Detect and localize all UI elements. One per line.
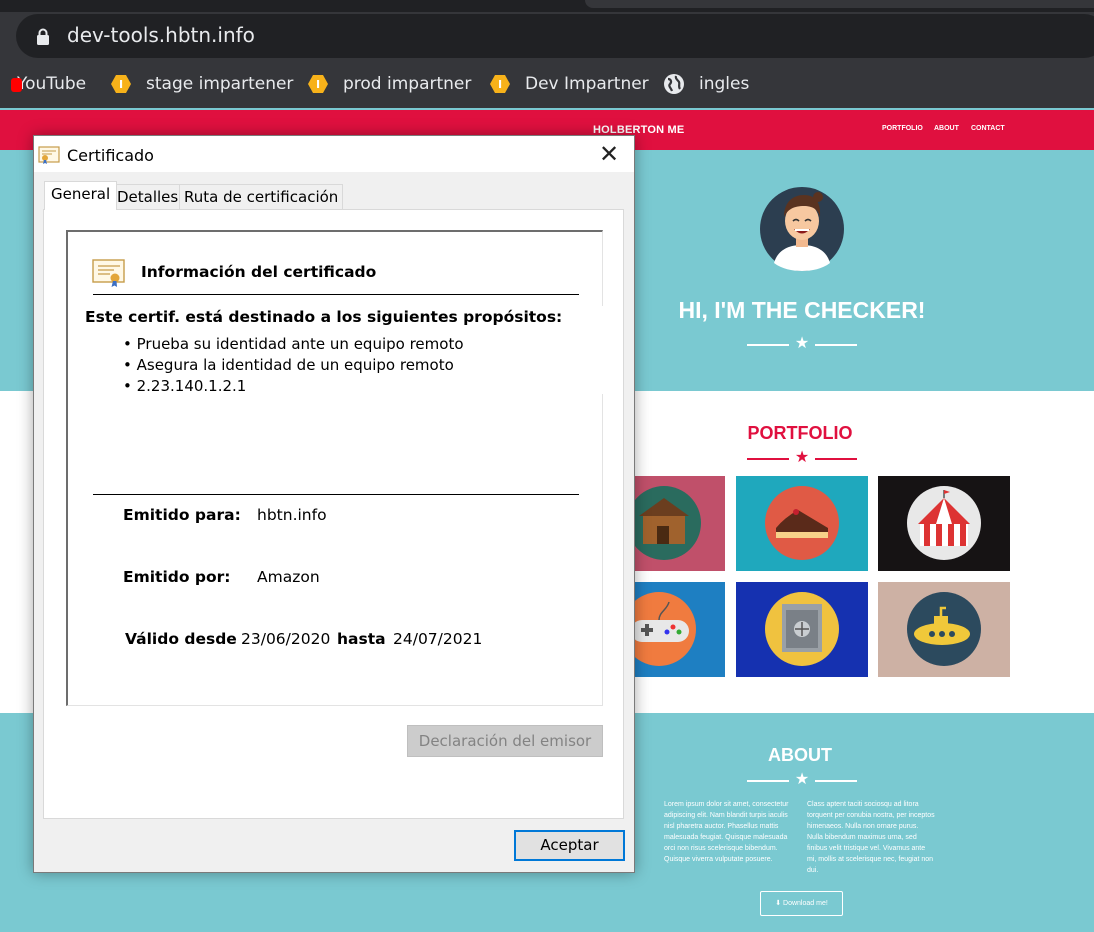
nav-link-about[interactable]: ABOUT — [934, 125, 959, 132]
globe-icon — [664, 74, 684, 94]
valid-from-value: 23/06/2020 — [241, 630, 331, 648]
safe-icon — [765, 592, 839, 666]
heading-rule — [93, 294, 579, 295]
certificate-icon — [38, 146, 60, 164]
hexagon-icon: I — [308, 75, 328, 93]
purposes-title: Este certif. está destinado a los siguie… — [85, 308, 563, 326]
certificate-dialog: Certificado ✕ General Detalles Ruta de c… — [33, 135, 635, 873]
bookmark-dev-impartner[interactable]: I Dev Impartner — [489, 71, 649, 97]
bookmark-label: YouTube — [17, 74, 87, 94]
tab-general[interactable]: General — [44, 181, 118, 210]
close-button[interactable]: ✕ — [589, 138, 629, 170]
star-icon: ★ — [794, 335, 810, 352]
valid-from-label: Válido desde — [125, 630, 237, 648]
url-text[interactable]: dev-tools.hbtn.info — [67, 23, 255, 47]
submarine-icon — [907, 592, 981, 666]
download-button[interactable]: ⬇ Download me! — [760, 891, 843, 916]
hero-divider: ★ — [747, 335, 857, 352]
tab-ruta-de-certificacion[interactable]: Ruta de certificación — [179, 184, 344, 210]
portfolio-tile-submarine[interactable] — [878, 582, 1010, 677]
general-tab-panel: Información del certificado Este certif.… — [43, 209, 624, 819]
bookmarks-bar: YouTube I stage impartener I prod impart… — [0, 62, 1094, 108]
browser-tab-strip — [0, 0, 1094, 12]
dialog-titlebar[interactable]: Certificado ✕ — [34, 136, 634, 172]
address-bar-row: dev-tools.hbtn.info — [0, 12, 1094, 62]
about-text-right: Class aptent taciti sociosqu ad litora t… — [807, 801, 935, 874]
purpose-item: • Asegura la identidad de un equipo remo… — [123, 356, 454, 374]
divider-line — [747, 344, 789, 346]
bookmark-label: ingles — [699, 74, 750, 94]
divider-line — [747, 458, 789, 460]
divider-line — [815, 458, 857, 460]
bookmark-youtube[interactable]: YouTube — [11, 71, 87, 97]
download-icon: ⬇ — [775, 900, 784, 907]
divider-line — [747, 780, 789, 782]
portfolio-title: PORTFOLIO — [747, 423, 853, 443]
valid-to-value: 24/07/2021 — [393, 630, 483, 648]
hexagon-icon: I — [111, 75, 131, 93]
address-bar[interactable]: dev-tools.hbtn.info — [16, 14, 1094, 58]
download-label: Download me! — [783, 900, 828, 907]
dialog-title: Certificado — [67, 146, 154, 165]
valid-to-label: hasta — [337, 630, 386, 648]
close-icon: ✕ — [598, 140, 620, 168]
divider-line — [815, 344, 857, 346]
lock-icon[interactable] — [36, 28, 50, 45]
svg-text:I: I — [316, 78, 320, 91]
bookmark-label: prod impartner — [343, 74, 472, 94]
svg-text:I: I — [498, 78, 502, 91]
youtube-icon — [11, 78, 22, 92]
portfolio-tile-safe[interactable] — [736, 582, 868, 677]
details-rule — [93, 494, 579, 495]
ok-button[interactable]: Aceptar — [514, 830, 625, 861]
bookmark-label: Dev Impartner — [525, 74, 649, 94]
hero-title: HI, I'M THE CHECKER! — [678, 297, 926, 323]
about-text-left: Lorem ipsum dolor sit amet, consectetur … — [664, 801, 789, 863]
hexagon-icon: I — [490, 75, 510, 93]
issued-by-value: Amazon — [257, 568, 320, 586]
avatar — [760, 187, 844, 271]
certificate-icon — [92, 259, 125, 287]
browser-tab[interactable] — [585, 0, 1094, 8]
issued-by-label: Emitido por: — [123, 568, 231, 586]
bookmark-ingles[interactable]: ingles — [663, 71, 749, 97]
svg-text:I: I — [119, 78, 123, 91]
scroll-strip — [602, 306, 605, 394]
tab-detalles[interactable]: Detalles — [112, 184, 184, 210]
certificate-heading: Información del certificado — [141, 263, 377, 281]
issued-to-label: Emitido para: — [123, 506, 241, 524]
purpose-item: • 2.23.140.1.2.1 — [123, 377, 247, 395]
purpose-item: • Prueba su identidad ante un equipo rem… — [123, 335, 464, 353]
portfolio-tile-circus[interactable] — [878, 476, 1010, 571]
certificate-info-box: Información del certificado Este certif.… — [66, 230, 605, 706]
divider-line — [815, 780, 857, 782]
star-icon: ★ — [794, 449, 810, 466]
bookmark-prod-impartner[interactable]: I prod impartner — [307, 71, 471, 97]
bookmark-stage-impartener[interactable]: I stage impartener — [110, 71, 293, 97]
about-title: ABOUT — [768, 745, 832, 765]
star-icon: ★ — [794, 771, 810, 788]
portfolio-tile-cake[interactable] — [736, 476, 868, 571]
about-divider: ★ — [747, 771, 857, 788]
nav-link-portfolio[interactable]: PORTFOLIO — [882, 125, 923, 132]
nav-link-contact[interactable]: CONTACT — [971, 125, 1005, 132]
issued-to-value: hbtn.info — [257, 506, 327, 524]
bookmark-label: stage impartener — [146, 74, 294, 94]
portfolio-divider: ★ — [747, 449, 857, 466]
cake-icon — [765, 486, 839, 560]
circus-tent-icon — [907, 486, 981, 560]
issuer-statement-button[interactable]: Declaración del emisor — [407, 725, 603, 757]
